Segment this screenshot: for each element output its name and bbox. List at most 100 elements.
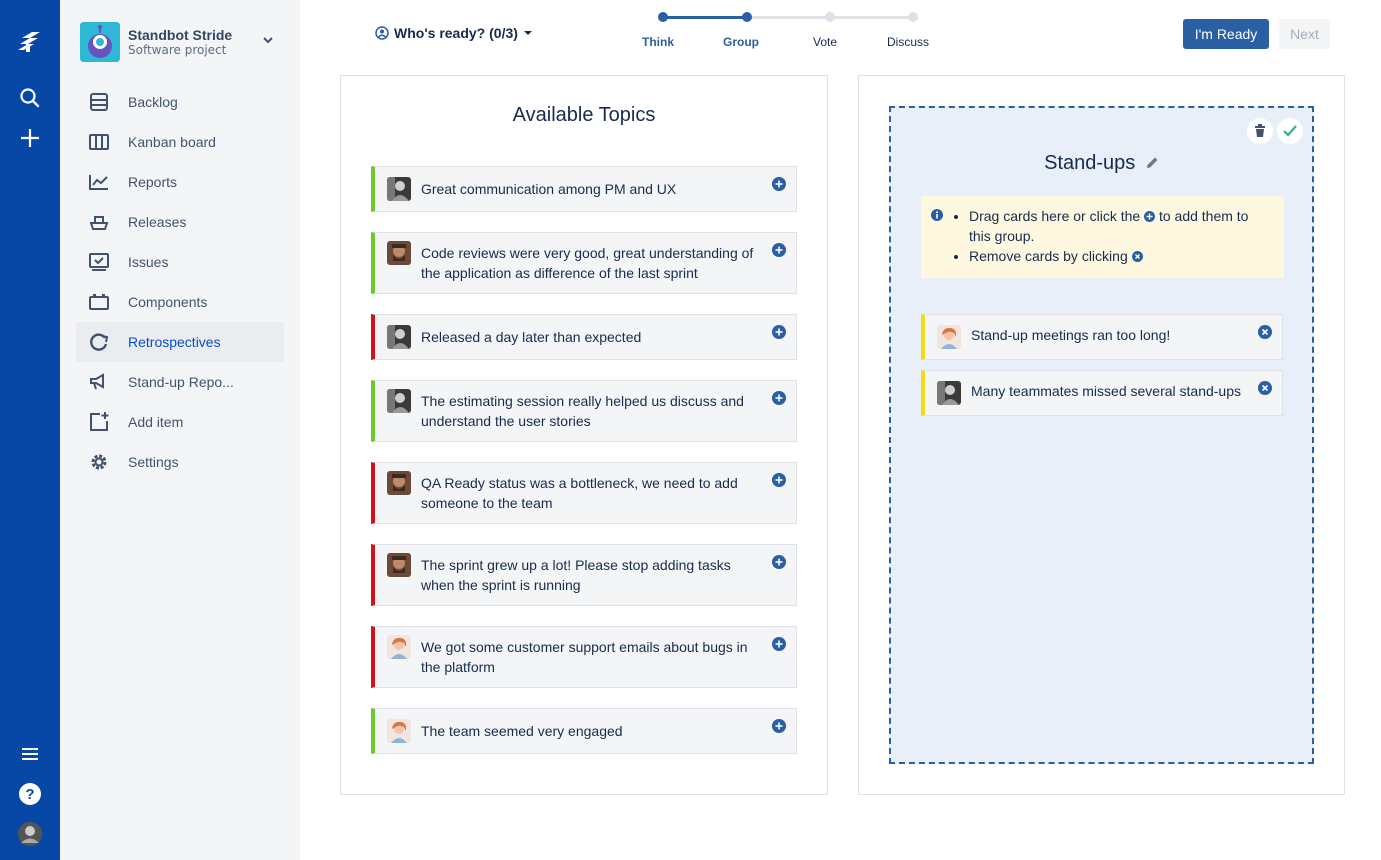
add-circle-icon[interactable] bbox=[772, 391, 786, 405]
topic-card[interactable]: QA Ready status was a bottleneck, we nee… bbox=[371, 462, 797, 524]
info-line-add: Drag cards here or click the to add them… bbox=[969, 206, 1269, 246]
search-icon[interactable] bbox=[14, 82, 46, 114]
step-label-discuss: Discuss bbox=[886, 35, 929, 49]
info-line-remove: Remove cards by clicking bbox=[969, 246, 1269, 266]
remove-circle-icon[interactable] bbox=[1258, 325, 1272, 339]
available-topics-panel: Available Topics Great communication amo… bbox=[340, 75, 828, 795]
group-info-box: Drag cards here or click the to add them… bbox=[921, 196, 1284, 278]
next-button[interactable]: Next bbox=[1279, 19, 1330, 49]
components-icon bbox=[88, 292, 110, 312]
topic-card-text: Released a day later than expected bbox=[421, 329, 642, 345]
sidebar-item-label: Add item bbox=[128, 414, 184, 430]
group-title[interactable]: Stand-ups bbox=[1044, 152, 1135, 174]
topic-card[interactable]: The estimating session really helped us … bbox=[371, 380, 797, 442]
step-label-vote: Vote bbox=[812, 35, 838, 49]
add-item-icon bbox=[88, 412, 110, 432]
remove-circle-icon[interactable] bbox=[1258, 381, 1272, 395]
add-circle-icon bbox=[1144, 207, 1156, 222]
global-nav: ? bbox=[0, 0, 60, 860]
step-dot-vote bbox=[825, 12, 835, 22]
sidebar-item-label: Backlog bbox=[128, 94, 178, 110]
jira-logo-icon[interactable] bbox=[14, 26, 46, 58]
retrospectives-icon bbox=[88, 332, 110, 352]
menu-icon[interactable] bbox=[14, 738, 46, 770]
user-avatar bbox=[387, 719, 411, 743]
sidebar-item-retrospectives[interactable]: Retrospectives bbox=[76, 322, 284, 362]
chevron-down-icon[interactable] bbox=[260, 32, 276, 48]
user-avatar bbox=[387, 635, 411, 659]
sidebar-item-reports[interactable]: Reports bbox=[76, 162, 284, 202]
sidebar-item-label: Stand-up Repo... bbox=[128, 374, 234, 390]
sidebar-item-label: Kanban board bbox=[128, 134, 216, 150]
topic-card-text: The sprint grew up a lot! Please stop ad… bbox=[421, 557, 731, 593]
group-card[interactable]: Stand-up meetings ran too long! bbox=[921, 314, 1283, 360]
add-circle-icon[interactable] bbox=[772, 473, 786, 487]
sidebar-item-label: Issues bbox=[128, 254, 169, 270]
add-circle-icon[interactable] bbox=[772, 555, 786, 569]
add-circle-icon[interactable] bbox=[772, 325, 786, 339]
pencil-icon[interactable] bbox=[1145, 153, 1159, 176]
group-card-text: Stand-up meetings ran too long! bbox=[971, 327, 1171, 343]
topic-card-text: We got some customer support emails abou… bbox=[421, 639, 748, 675]
user-circle-icon bbox=[375, 26, 389, 40]
sidebar-item-label: Releases bbox=[128, 214, 187, 230]
topic-card[interactable]: Great communication among PM and UX bbox=[371, 166, 797, 212]
topic-card[interactable]: The team seemed very engaged bbox=[371, 708, 797, 754]
add-circle-icon[interactable] bbox=[772, 637, 786, 651]
remove-circle-icon bbox=[1131, 247, 1143, 262]
group-dropzone[interactable]: Stand-ups Drag cards here or click the t… bbox=[889, 106, 1314, 764]
topic-card-text: The team seemed very engaged bbox=[421, 723, 623, 739]
megaphone-icon bbox=[88, 372, 110, 392]
topic-card[interactable]: Released a day later than expected bbox=[371, 314, 797, 360]
sidebar-item-kanban-board[interactable]: Kanban board bbox=[76, 122, 284, 162]
issues-icon bbox=[88, 252, 110, 272]
user-avatar bbox=[387, 177, 411, 201]
trash-icon[interactable] bbox=[1247, 118, 1273, 144]
sidebar-item-label: Retrospectives bbox=[128, 334, 221, 350]
backlog-icon bbox=[88, 92, 110, 112]
sidebar-item-settings[interactable]: Settings bbox=[76, 442, 284, 482]
sidebar-item-backlog[interactable]: Backlog bbox=[76, 82, 284, 122]
topic-card-text: QA Ready status was a bottleneck, we nee… bbox=[421, 475, 738, 511]
project-avatar bbox=[80, 22, 120, 62]
group-card-text: Many teammates missed several stand-ups bbox=[971, 383, 1241, 399]
user-avatar bbox=[387, 325, 411, 349]
user-avatar bbox=[387, 389, 411, 413]
sidebar-item-stand-up-reports[interactable]: Stand-up Repo... bbox=[76, 362, 284, 402]
sidebar-item-components[interactable]: Components bbox=[76, 282, 284, 322]
project-switcher[interactable]: Standbot Stride Software project bbox=[80, 22, 280, 62]
sidebar-item-label: Reports bbox=[128, 174, 178, 190]
project-type: Software project bbox=[128, 43, 227, 57]
plus-icon[interactable] bbox=[14, 122, 46, 154]
group-card[interactable]: Many teammates missed several stand-ups bbox=[921, 370, 1283, 416]
gear-icon bbox=[88, 452, 110, 472]
add-circle-icon[interactable] bbox=[772, 243, 786, 257]
step-progress-line bbox=[663, 16, 747, 19]
project-sidebar: Standbot Stride Software project Backlog… bbox=[60, 0, 300, 860]
sidebar-item-label: Settings bbox=[128, 454, 179, 470]
topic-card[interactable]: We got some customer support emails abou… bbox=[371, 626, 797, 688]
info-remove-text: Remove cards by clicking bbox=[969, 248, 1128, 264]
user-avatar[interactable] bbox=[14, 818, 46, 850]
whos-ready-dropdown[interactable]: Who's ready? (0/3) bbox=[375, 23, 533, 43]
im-ready-button[interactable]: I'm Ready bbox=[1183, 19, 1269, 49]
info-add-text-a: Drag cards here or click the bbox=[969, 208, 1141, 224]
reports-icon bbox=[88, 172, 110, 192]
check-icon[interactable] bbox=[1277, 118, 1303, 144]
help-icon[interactable]: ? bbox=[14, 778, 46, 810]
add-circle-icon[interactable] bbox=[772, 177, 786, 191]
topic-card[interactable]: Code reviews were very good, great under… bbox=[371, 232, 797, 294]
step-label-think: Think bbox=[642, 35, 674, 49]
caret-down-icon bbox=[523, 29, 533, 37]
releases-icon bbox=[88, 212, 110, 232]
user-avatar bbox=[387, 553, 411, 577]
whos-ready-label: Who's ready? (0/3) bbox=[394, 25, 518, 41]
sidebar-item-add-item[interactable]: Add item bbox=[76, 402, 284, 442]
sidebar-item-releases[interactable]: Releases bbox=[76, 202, 284, 242]
add-circle-icon[interactable] bbox=[772, 719, 786, 733]
sidebar-item-label: Components bbox=[128, 294, 208, 310]
topic-card[interactable]: The sprint grew up a lot! Please stop ad… bbox=[371, 544, 797, 606]
board-icon bbox=[88, 132, 110, 152]
available-topics-title: Available Topics bbox=[512, 104, 656, 126]
sidebar-item-issues[interactable]: Issues bbox=[76, 242, 284, 282]
